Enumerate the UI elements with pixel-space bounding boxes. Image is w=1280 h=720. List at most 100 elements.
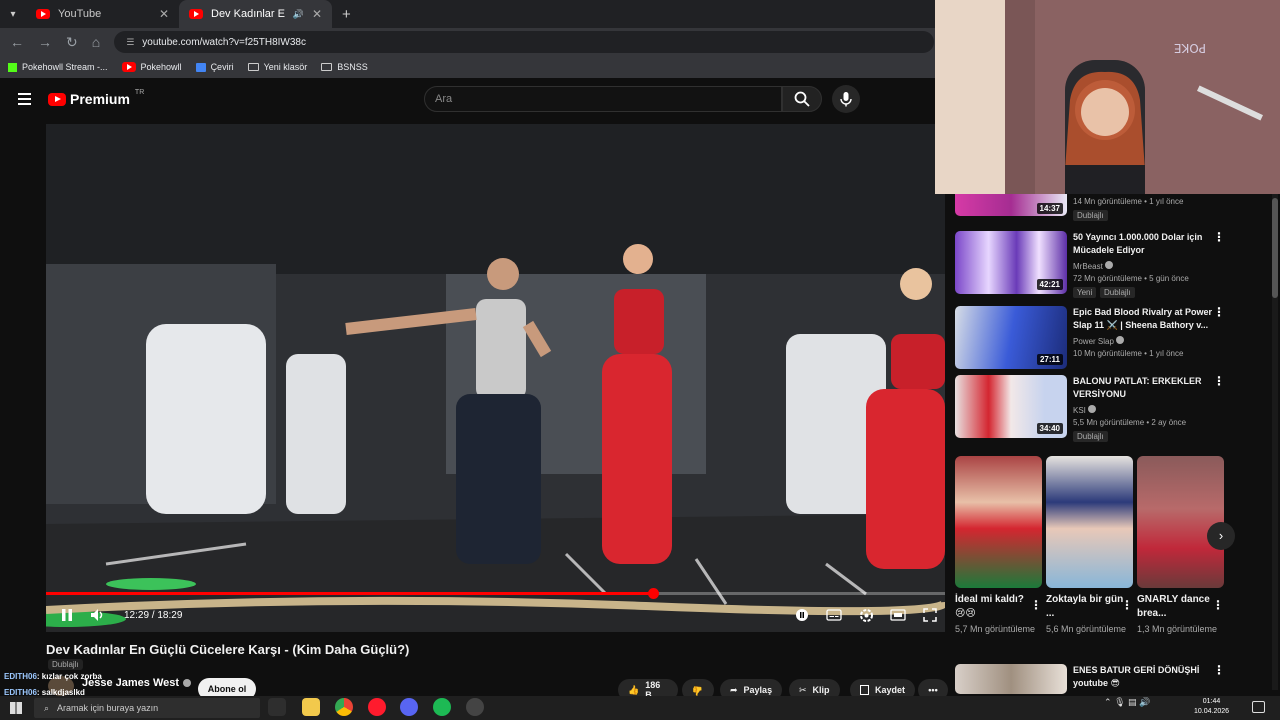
more-options-icon[interactable]: ⋮ [1213,375,1225,387]
search-input[interactable]: Ara [424,86,782,112]
fullscreen-button[interactable] [915,602,945,628]
menu-icon[interactable] [18,93,31,105]
youtube-favicon-icon [189,9,203,19]
video-title[interactable]: BALONU PATLAT: ERKEKLER VERSİYONU [1073,375,1213,401]
bookmark-pokehowll-stream[interactable]: Pokehowll Stream -... [8,62,108,72]
verified-icon [1088,405,1097,413]
chat-user: EDITH06 [4,672,37,681]
notifications-icon[interactable] [1252,701,1265,713]
duration-badge: 14:37 [1036,203,1063,214]
shorts-title[interactable]: GNARLY dance brea... [1137,593,1217,621]
pause-button[interactable] [52,602,82,628]
time-display: 12:29 / 18:29 [124,609,183,621]
video-meta: 10 Mn görüntüleme • 1 yıl önce [1073,349,1184,358]
video-progress-bar[interactable] [46,588,945,599]
scrollbar[interactable] [1272,194,1278,690]
shorts-item[interactable]: İdeal mi kaldı? 😢😢 5,7 Mn görüntüleme ⋮ [955,456,1042,636]
new-tab-button[interactable]: + [332,6,351,23]
settings-button[interactable] [851,602,881,628]
back-icon[interactable]: ← [10,34,24,50]
file-explorer-icon[interactable] [302,698,320,716]
channel-row[interactable]: Power Slap [1073,336,1125,346]
fullscreen-icon [923,608,937,622]
home-icon[interactable]: ⌂ [92,34,100,50]
tab-youtube[interactable]: YouTube ✕ [26,0,179,28]
more-options-icon[interactable]: ⋮ [1213,231,1225,243]
forward-icon[interactable]: → [38,34,52,50]
theater-mode-button[interactable] [883,602,913,628]
video-thumbnail[interactable]: 34:40 [955,375,1067,438]
youtube-logo[interactable]: Premium TR [48,89,144,107]
more-options-icon[interactable]: ⋮ [1213,306,1225,318]
bookmark-bsnss[interactable]: BSNSS [321,62,368,72]
recommendation-item[interactable]: 27:11 Epic Bad Blood Rivalry at Power Sl… [955,306,1279,370]
recommendation-item[interactable]: ENES BATUR GERİ DÖNÜŞHİ youtube 😎 ⋮ [955,664,1279,694]
video-thumbnail[interactable]: 14:37 [955,194,1067,216]
taskbar-clock[interactable]: 01:44 10.04.2026 [1194,697,1229,717]
shorts-next-button[interactable]: › [1207,522,1235,550]
url-field[interactable]: ☰ youtube.com/watch?v=f25TH8IW38c [114,31,935,53]
video-thumbnail[interactable]: 42:21 [955,231,1067,294]
system-tray[interactable]: ⌃ 🎙 ▤ 🔊 [1104,697,1150,708]
site-info-icon[interactable]: ☰ [126,37,134,48]
recommendation-item[interactable]: 34:40 BALONU PATLAT: ERKEKLER VERSİYONU … [955,375,1279,442]
shorts-thumbnail[interactable] [955,456,1042,588]
opera-icon[interactable] [368,698,386,716]
video-title[interactable]: ENES BATUR GERİ DÖNÜŞHİ youtube 😎 [1073,664,1223,690]
taskbar-search[interactable]: ⌕ Aramak için buraya yazın [34,698,260,718]
video-thumbnail[interactable] [955,664,1067,694]
recommendation-item[interactable]: 42:21 50 Yayıncı 1.000.000 Dolar için Mü… [955,231,1279,298]
autoplay-toggle[interactable] [787,602,817,628]
shorts-item[interactable]: Zoktayla bir gün ... 5,6 Mn görüntüleme … [1046,456,1133,636]
close-icon[interactable]: ✕ [312,7,322,21]
network-icon[interactable]: ▤ [1128,697,1137,707]
shorts-title[interactable]: Zoktayla bir gün ... [1046,593,1126,621]
spotify-icon[interactable] [433,698,451,716]
volume-button[interactable] [82,602,112,628]
shorts-title[interactable]: İdeal mi kaldı? 😢😢 [955,593,1035,621]
video-title[interactable]: Epic Bad Blood Rivalry at Power Slap 11 … [1073,306,1213,332]
microphone-icon[interactable]: 🎙 [1114,697,1125,707]
chevron-up-icon[interactable]: ⌃ [1104,697,1112,707]
tab-title: YouTube [58,8,102,20]
reload-icon[interactable]: ↻ [66,34,78,51]
scrollbar-thumb[interactable] [1272,198,1278,298]
bookmark-pokehowll[interactable]: Pokehowll [121,62,182,72]
audio-icon[interactable]: 🔊 [293,9,304,20]
more-options-icon[interactable]: ⋮ [1030,598,1042,612]
bookmark-ceviri[interactable]: Çeviri [195,62,234,72]
scrubber-handle[interactable] [647,588,659,599]
more-options-icon[interactable]: ⋮ [1212,598,1224,612]
duration-badge: 27:11 [1036,354,1063,365]
recommendation-item[interactable]: 14:37 14 Mn görüntüleme • 1 yıl önce Dub… [955,194,1279,222]
windows-start-icon[interactable] [10,702,22,714]
task-view-icon[interactable] [268,698,286,716]
discord-icon[interactable] [400,698,418,716]
channel-row[interactable]: MrBeast [1073,261,1114,271]
volume-icon[interactable]: 🔊 [1139,697,1150,707]
scissors-icon: ✂ [799,684,807,695]
voice-search-button[interactable] [832,85,860,113]
channel-row[interactable]: KSI [1073,405,1097,415]
more-options-icon[interactable]: ⋮ [1213,664,1225,676]
gear-icon [859,608,873,622]
obs-icon[interactable] [466,698,484,716]
search-button[interactable] [782,86,822,112]
verified-icon [183,679,192,687]
volume-icon [91,609,103,621]
shorts-thumbnail[interactable] [1046,456,1133,588]
video-player[interactable] [46,124,945,632]
tab-list-icon[interactable]: ▾ [0,9,26,20]
subtitles-button[interactable] [819,602,849,628]
tab-video[interactable]: Dev Kadınlar En Güçlü Cüce 🔊 ✕ [179,0,332,28]
youtube-favicon-icon [121,62,136,72]
video-thumbnail[interactable]: 27:11 [955,306,1067,369]
search-icon: ⌕ [44,702,50,713]
chrome-icon[interactable] [335,698,353,716]
shorts-thumbnail[interactable] [1137,456,1224,588]
more-options-icon[interactable]: ⋮ [1121,598,1133,612]
close-icon[interactable]: ✕ [159,7,169,21]
svg-text:POKE: POKE [1174,41,1206,55]
bookmark-yeni-klasor[interactable]: Yeni klasör [247,62,307,72]
video-title[interactable]: 50 Yayıncı 1.000.000 Dolar için Mücadele… [1073,231,1213,257]
